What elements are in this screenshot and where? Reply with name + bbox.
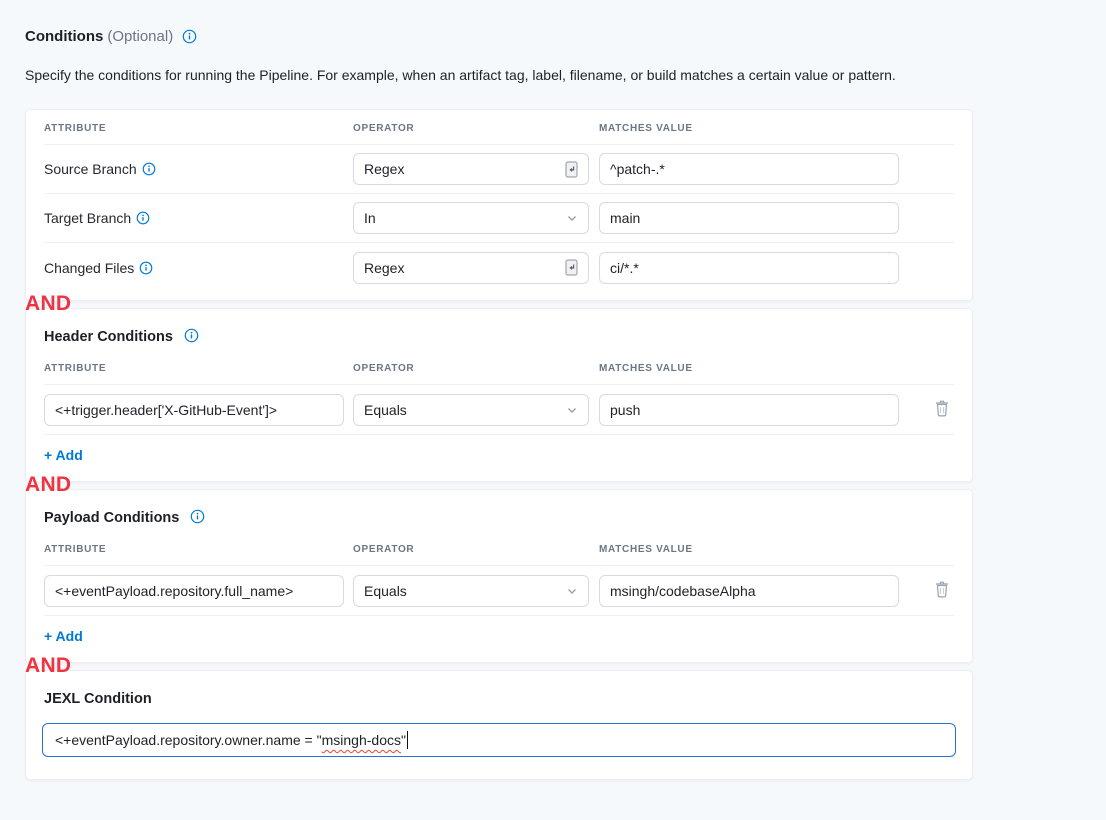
payload-conditions-title: Payload Conditions bbox=[44, 490, 954, 540]
header-operator-select[interactable]: Equals bbox=[353, 394, 589, 426]
operator-selected-value: Regex bbox=[364, 161, 565, 177]
attribute-cell bbox=[44, 575, 353, 607]
conditions-info-icon[interactable] bbox=[182, 29, 197, 44]
header-value-input[interactable] bbox=[599, 394, 899, 426]
delete-row-button[interactable] bbox=[930, 395, 954, 424]
attribute-label: Source Branch bbox=[44, 161, 137, 177]
fixed-input-type-icon[interactable] bbox=[565, 161, 578, 178]
table-row: Changed Files Regex bbox=[44, 243, 954, 292]
header-add-row: + Add bbox=[44, 434, 954, 481]
matches-value-cell bbox=[599, 252, 899, 284]
attribute-column-header: ATTRIBUTE bbox=[44, 123, 353, 134]
changed-files-operator-select[interactable]: Regex bbox=[353, 252, 589, 284]
target-branch-value-input[interactable] bbox=[599, 202, 899, 234]
source-branch-value-input[interactable] bbox=[599, 153, 899, 185]
jexl-condition-card: JEXL Condition <+eventPayload.repository… bbox=[25, 670, 973, 780]
and-separator-label: AND bbox=[25, 472, 95, 498]
attribute-label: Changed Files bbox=[44, 260, 134, 276]
payload-conditions-info-icon[interactable] bbox=[190, 509, 205, 524]
operator-cell: Regex bbox=[353, 252, 589, 284]
table-row: Target Branch In bbox=[44, 194, 954, 243]
changed-files-value-input[interactable] bbox=[599, 252, 899, 284]
source-branch-label-cell: Source Branch bbox=[44, 161, 353, 177]
delete-row-button[interactable] bbox=[930, 576, 954, 605]
text-caret bbox=[407, 731, 409, 749]
matches-value-column-header: MATCHES VALUE bbox=[599, 363, 899, 374]
add-header-condition-button[interactable]: + Add bbox=[44, 447, 83, 463]
header-attribute-input[interactable] bbox=[44, 394, 344, 426]
header-conditions-info-icon[interactable] bbox=[184, 328, 199, 343]
matches-value-cell bbox=[599, 575, 899, 607]
operator-cell: Regex bbox=[353, 153, 589, 185]
add-payload-condition-button[interactable]: + Add bbox=[44, 628, 83, 644]
operator-cell: In bbox=[353, 202, 589, 234]
page-description: Specify the conditions for running the P… bbox=[25, 67, 965, 83]
section-title-text: Header Conditions bbox=[44, 329, 173, 345]
table-row: Equals bbox=[44, 385, 954, 434]
operator-selected-value: Regex bbox=[364, 260, 565, 276]
trigger-conditions-panel: Conditions (Optional) Specify the condit… bbox=[0, 0, 1106, 820]
section-title-text: Payload Conditions bbox=[44, 510, 179, 526]
chevron-down-icon bbox=[566, 404, 578, 416]
operator-cell: Equals bbox=[353, 575, 589, 607]
source-branch-operator-select[interactable]: Regex bbox=[353, 153, 589, 185]
attribute-label: Target Branch bbox=[44, 210, 131, 226]
operator-selected-value: In bbox=[364, 210, 566, 226]
jexl-condition-input[interactable]: <+eventPayload.repository.owner.name = "… bbox=[42, 723, 956, 757]
target-branch-operator-select[interactable]: In bbox=[353, 202, 589, 234]
matches-value-cell bbox=[599, 202, 899, 234]
trash-icon bbox=[934, 399, 950, 420]
fixed-input-type-icon[interactable] bbox=[565, 259, 578, 276]
source-branch-info-icon[interactable] bbox=[142, 162, 156, 176]
matches-value-column-header: MATCHES VALUE bbox=[599, 544, 899, 555]
jexl-value-misspelled: msingh-docs bbox=[322, 732, 401, 748]
page-title: Conditions bbox=[25, 28, 103, 45]
matches-value-cell bbox=[599, 394, 899, 426]
page-title-optional: (Optional) bbox=[107, 28, 173, 45]
payload-attribute-input[interactable] bbox=[44, 575, 344, 607]
attribute-cell bbox=[44, 394, 353, 426]
attribute-column-header: ATTRIBUTE bbox=[44, 544, 353, 555]
operator-column-header: OPERATOR bbox=[353, 544, 589, 555]
changed-files-info-icon[interactable] bbox=[139, 261, 153, 275]
jexl-value-prefix: <+eventPayload.repository.owner.name = " bbox=[55, 732, 322, 748]
page-title-row: Conditions (Optional) bbox=[25, 28, 1106, 45]
header-conditions-header-row: ATTRIBUTE OPERATOR MATCHES VALUE bbox=[44, 359, 954, 385]
branch-conditions-card: ATTRIBUTE OPERATOR MATCHES VALUE Source … bbox=[25, 109, 973, 301]
matches-value-cell bbox=[599, 153, 899, 185]
trash-icon bbox=[934, 580, 950, 601]
changed-files-label-cell: Changed Files bbox=[44, 260, 353, 276]
payload-value-input[interactable] bbox=[599, 575, 899, 607]
target-branch-info-icon[interactable] bbox=[136, 211, 150, 225]
chevron-down-icon bbox=[566, 212, 578, 224]
matches-value-column-header: MATCHES VALUE bbox=[599, 123, 899, 134]
attribute-column-header: ATTRIBUTE bbox=[44, 363, 353, 374]
chevron-down-icon bbox=[566, 585, 578, 597]
branch-conditions-header-row: ATTRIBUTE OPERATOR MATCHES VALUE bbox=[44, 110, 954, 145]
payload-conditions-card: Payload Conditions ATTRIBUTE OPERATOR MA… bbox=[25, 489, 973, 663]
header-conditions-card: Header Conditions ATTRIBUTE OPERATOR MAT… bbox=[25, 308, 973, 482]
jexl-value-suffix: " bbox=[401, 732, 406, 748]
operator-selected-value: Equals bbox=[364, 583, 566, 599]
operator-selected-value: Equals bbox=[364, 402, 566, 418]
operator-column-header: OPERATOR bbox=[353, 123, 589, 134]
payload-add-row: + Add bbox=[44, 615, 954, 662]
jexl-condition-title: JEXL Condition bbox=[44, 671, 954, 723]
table-row: Equals bbox=[44, 566, 954, 615]
payload-operator-select[interactable]: Equals bbox=[353, 575, 589, 607]
table-row: Source Branch Regex bbox=[44, 145, 954, 194]
payload-conditions-header-row: ATTRIBUTE OPERATOR MATCHES VALUE bbox=[44, 540, 954, 566]
operator-cell: Equals bbox=[353, 394, 589, 426]
operator-column-header: OPERATOR bbox=[353, 363, 589, 374]
target-branch-label-cell: Target Branch bbox=[44, 210, 353, 226]
header-conditions-title: Header Conditions bbox=[44, 309, 954, 359]
and-separator-label: AND bbox=[25, 291, 95, 317]
and-separator-label: AND bbox=[25, 653, 95, 679]
